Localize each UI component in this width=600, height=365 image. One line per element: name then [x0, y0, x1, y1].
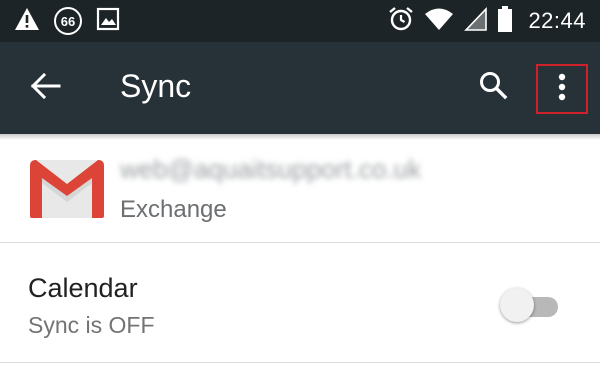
status-bar: 66 22:44	[0, 0, 600, 42]
account-type: Exchange	[120, 196, 227, 223]
account-header: web@aquaitsupport.co.uk Exchange	[0, 140, 600, 242]
search-icon	[478, 70, 508, 105]
page-title: Sync	[120, 68, 192, 104]
image-icon	[96, 7, 120, 36]
back-button[interactable]	[28, 70, 64, 106]
sync-item-calendar[interactable]: Calendar Sync is OFF	[0, 243, 600, 363]
account-email: web@aquaitsupport.co.uk	[120, 154, 422, 184]
divider	[0, 362, 600, 363]
search-button[interactable]	[474, 68, 512, 106]
gmail-icon	[28, 158, 106, 220]
sync-item-status: Sync is OFF	[28, 312, 155, 338]
notification-count-badge: 66	[54, 7, 82, 35]
wifi-icon	[424, 7, 454, 36]
alarm-icon	[388, 6, 414, 37]
status-clock: 22:44	[528, 8, 586, 33]
arrow-left-icon	[30, 72, 61, 104]
sync-item-label: Calendar	[28, 273, 138, 303]
battery-icon	[498, 5, 513, 37]
calendar-sync-toggle[interactable]	[500, 287, 560, 325]
more-vert-icon	[558, 73, 566, 106]
more-options-button[interactable]	[536, 64, 588, 114]
warning-icon	[14, 7, 40, 36]
app-toolbar: Sync	[0, 42, 600, 134]
cell-signal-icon	[464, 6, 488, 36]
toggle-thumb	[500, 288, 534, 322]
status-bar-left: 66	[14, 7, 120, 35]
status-bar-right: 22:44	[388, 5, 586, 37]
